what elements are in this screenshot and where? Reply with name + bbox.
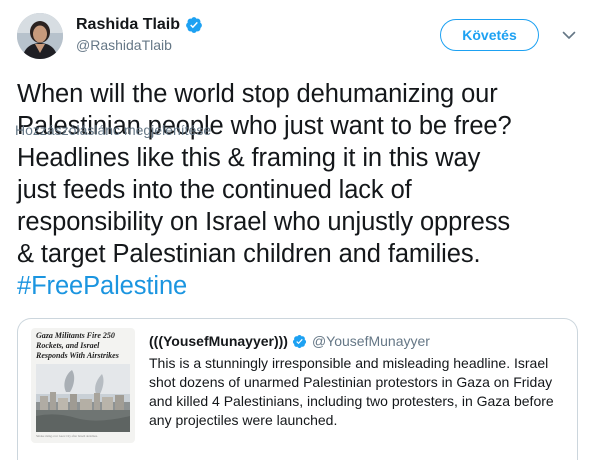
tweet-card: Rashida Tlaib @RashidaTlaib Követés When… [0,0,592,460]
author-avatar[interactable] [17,13,63,59]
tweet-text-line: & target Palestinian children and famili… [17,240,481,268]
author-display-name[interactable]: Rashida Tlaib [76,16,180,34]
quoted-tweet-media[interactable]: Gaza Militants Fire 250 Rockets, and Isr… [31,328,135,443]
avatar-photo-icon [17,13,63,59]
tweet-text-line: When will the world stop dehumanizing ou… [17,80,498,108]
news-photo-image [36,364,130,432]
quoted-author-name[interactable]: (((YousefMunayyer))) [149,333,288,349]
chevron-down-icon[interactable] [560,26,578,44]
tweet-text-line: responsibility on Israel who unjustly op… [17,208,510,236]
verified-badge-icon [186,17,202,33]
quoted-text-line: and killed 4 Palestinians, including two… [149,393,554,409]
verified-badge-icon [292,334,307,348]
quoted-tweet-header: (((YousefMunayyer))) @YousefMunayyer [149,333,430,349]
quoted-tweet[interactable]: Gaza Militants Fire 250 Rockets, and Isr… [17,318,578,460]
tweet-text-line: Headlines like this & framing it in this… [17,144,481,172]
quoted-author-handle[interactable]: @YousefMunayyer [312,333,430,349]
quoted-text-line: any projectiles were launched. [149,412,338,428]
author-handle[interactable]: @RashidaTlaib [76,37,203,53]
author-info: Rashida Tlaib @RashidaTlaib [76,15,203,53]
media-caption: Smoke rising over Gaza City after Israel… [36,434,98,438]
media-headline: Gaza Militants Fire 250 Rockets, and Isr… [36,331,119,360]
follow-button[interactable]: Követés [440,19,539,51]
tweet-text: When will the world stop dehumanizing ou… [17,78,577,302]
quoted-tweet-text: This is a stunningly irresponsible and m… [149,354,569,430]
show-thread-link[interactable]: Hozzászóláslánc megjelenítése [15,122,211,138]
quoted-text-line: This is a stunningly irresponsible and m… [149,355,549,371]
quoted-text-line: shot dozens of unarmed Palestinian prote… [149,374,553,390]
tweet-text-line: just feeds into the continued lack of [17,176,412,204]
hashtag-link[interactable]: #FreePalestine [17,270,577,302]
